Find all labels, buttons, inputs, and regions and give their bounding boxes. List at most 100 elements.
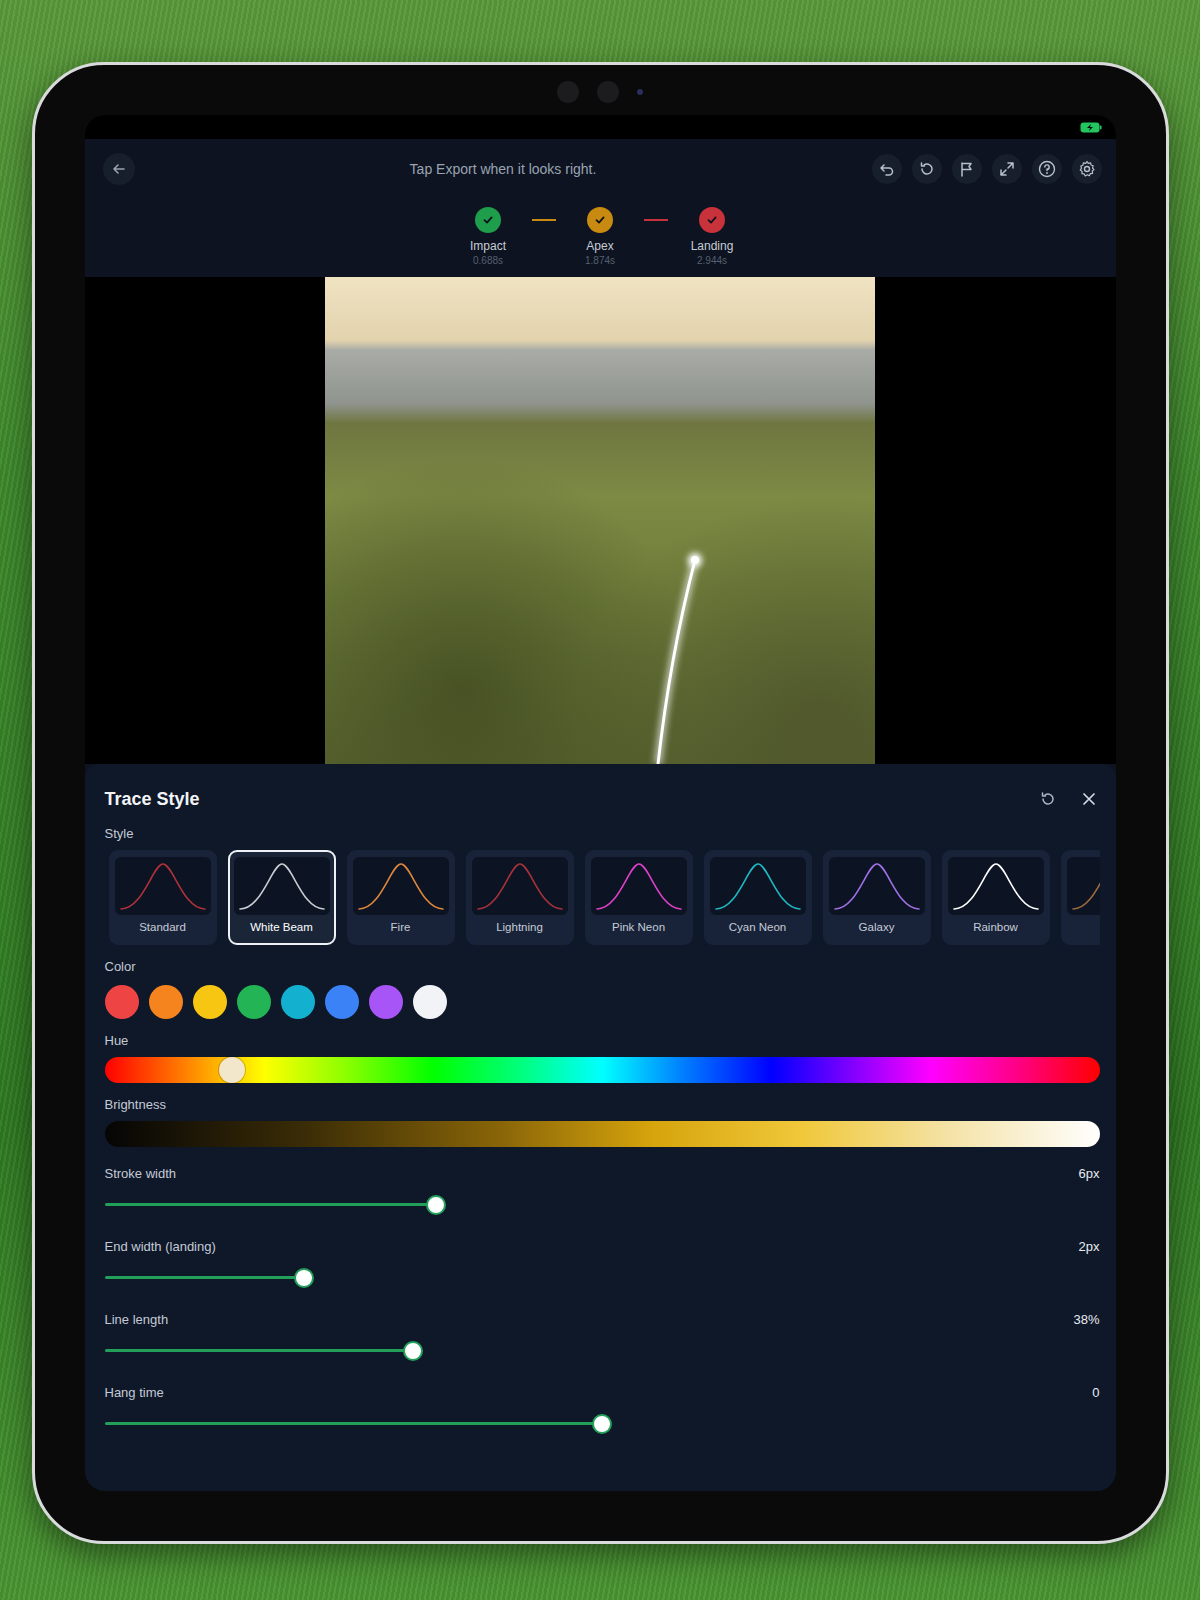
style-label-text: Lightning — [496, 921, 543, 935]
brightness-slider[interactable] — [105, 1121, 1100, 1147]
gear-icon — [1078, 160, 1096, 178]
battery-icon — [1080, 122, 1102, 133]
hue-label: Hue — [105, 1033, 1100, 1049]
step-item[interactable]: Impact0.688s — [452, 207, 524, 267]
curve-icon — [948, 857, 1044, 915]
camera-icon — [557, 81, 643, 103]
reset-button[interactable] — [912, 154, 942, 184]
color-swatches — [105, 985, 1100, 1019]
slider-thumb[interactable] — [403, 1341, 423, 1361]
slider-value: 0 — [1092, 1385, 1099, 1400]
check-icon — [594, 214, 606, 226]
style-card[interactable]: Rainbow — [942, 850, 1050, 945]
slider-value: 2px — [1079, 1239, 1100, 1254]
trace-line — [325, 277, 875, 764]
style-preview — [353, 857, 449, 915]
style-label-text: Standard — [139, 921, 186, 935]
color-swatch[interactable] — [105, 985, 139, 1019]
app-screen: Tap Export when it looks right. Impact0.6… — [85, 115, 1116, 1491]
back-button[interactable] — [103, 153, 135, 185]
color-swatch[interactable] — [413, 985, 447, 1019]
step-item[interactable]: Landing 2.944s — [676, 207, 748, 267]
step-dot — [587, 207, 613, 233]
flag-icon — [959, 161, 975, 177]
color-swatch[interactable] — [193, 985, 227, 1019]
help-button[interactable] — [1032, 154, 1062, 184]
step-label: Apex — [586, 239, 613, 253]
slider-value: 38% — [1073, 1312, 1099, 1327]
brightness-label: Brightness — [105, 1097, 1100, 1113]
slider-thumb[interactable] — [592, 1414, 612, 1434]
color-label: Color — [105, 959, 1100, 975]
video-frame — [325, 277, 875, 764]
hue-slider[interactable] — [105, 1057, 1100, 1083]
step-tracker: Impact0.688s Apex 1.874s Landing 2.944s — [85, 199, 1116, 277]
color-swatch[interactable] — [237, 985, 271, 1019]
check-icon — [706, 214, 718, 226]
color-swatch[interactable] — [281, 985, 315, 1019]
slider-row: Line length38% — [105, 1309, 1100, 1363]
style-card[interactable]: White Beam — [228, 850, 336, 945]
hint-text: Tap Export when it looks right. — [145, 161, 862, 177]
reset-style-button[interactable] — [1036, 787, 1060, 811]
curve-icon — [1067, 857, 1100, 915]
slider-value: 6px — [1079, 1166, 1100, 1181]
style-card[interactable]: Galaxy — [823, 850, 931, 945]
style-card[interactable]: Pink Neon — [585, 850, 693, 945]
fullscreen-button[interactable] — [992, 154, 1022, 184]
style-card[interactable] — [1061, 850, 1100, 945]
curve-icon — [234, 857, 330, 915]
slider-track[interactable] — [105, 1193, 1100, 1217]
slider-track[interactable] — [105, 1266, 1100, 1290]
check-icon — [482, 214, 494, 226]
status-bar — [85, 115, 1116, 139]
settings-button[interactable] — [1072, 154, 1102, 184]
step-item[interactable]: Apex 1.874s — [564, 207, 636, 267]
style-preview — [234, 857, 330, 915]
style-list: Standard White Beam Fire Lightning Pink Neon… — [109, 850, 1100, 945]
slider-fill — [105, 1349, 413, 1352]
slider-fill — [105, 1203, 436, 1206]
color-swatch[interactable] — [369, 985, 403, 1019]
style-preview — [1067, 857, 1100, 915]
style-card[interactable]: Cyan Neon — [704, 850, 812, 945]
style-preview — [591, 857, 687, 915]
slider-track[interactable] — [105, 1339, 1100, 1363]
slider-track[interactable] — [105, 1412, 1100, 1436]
style-label-text: Fire — [391, 921, 411, 935]
style-label: Style — [105, 826, 1100, 842]
color-swatch[interactable] — [149, 985, 183, 1019]
step-time: 0.688s — [473, 255, 503, 267]
style-card[interactable]: Lightning — [466, 850, 574, 945]
trace-style-panel: Trace StyleStyleStandardWhite BeamFireLi… — [85, 764, 1116, 1491]
slider-label: End width (landing) — [105, 1239, 216, 1254]
style-preview — [472, 857, 568, 915]
style-label-text: White Beam — [250, 921, 313, 935]
style-preview — [948, 857, 1044, 915]
style-card[interactable]: Fire — [347, 850, 455, 945]
style-label-text: Cyan Neon — [729, 921, 787, 935]
hue-thumb[interactable] — [219, 1057, 245, 1083]
expand-icon — [999, 161, 1015, 177]
step-connector — [644, 219, 668, 221]
flag-button[interactable] — [952, 154, 982, 184]
slider-row: End width (landing) 2px — [105, 1236, 1100, 1290]
slider-fill — [105, 1422, 603, 1425]
back-arrow-icon — [111, 161, 127, 177]
step-time: 1.874s — [585, 255, 615, 267]
style-card[interactable]: Standard — [109, 850, 217, 945]
step-label: Landing — [691, 239, 734, 253]
slider-thumb[interactable] — [294, 1268, 314, 1288]
video-area — [85, 277, 1116, 764]
undo-button[interactable] — [872, 154, 902, 184]
rotate-icon — [919, 161, 935, 177]
style-preview — [115, 857, 211, 915]
slider-label: Hang time — [105, 1385, 164, 1400]
close-button[interactable] — [1078, 788, 1100, 810]
slider-thumb[interactable] — [426, 1195, 446, 1215]
step-time: 2.944s — [697, 255, 727, 267]
style-preview — [710, 857, 806, 915]
color-swatch[interactable] — [325, 985, 359, 1019]
curve-icon — [353, 857, 449, 915]
curve-icon — [710, 857, 806, 915]
